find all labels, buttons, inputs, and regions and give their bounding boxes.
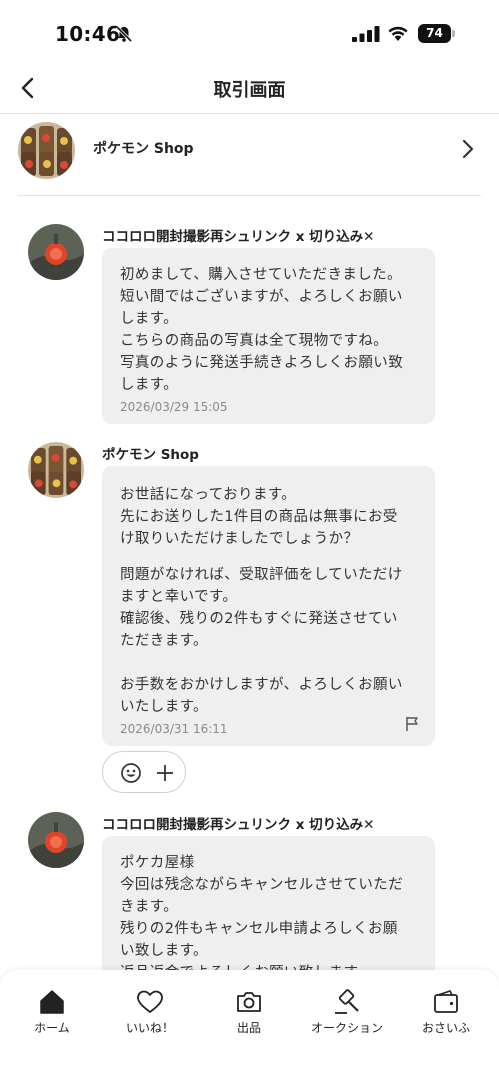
message-text: 今回は残念ながらキャンセルさせていただ [120,877,404,893]
reaction-pill [102,751,186,793]
tab-label: いいね！ [125,1021,174,1035]
message-text: 短い間ではございますが、よろしくお願い [120,289,403,305]
message-text: 問題がなければ、受取評価をしていただけ [120,567,403,583]
tab-home[interactable]: ホーム [2,988,102,1048]
tab-sell[interactable]: 出品 [199,988,299,1048]
message-text: ポケカ屋様 [120,855,195,871]
tab-label: ホーム [34,1021,70,1035]
bottom-tab-bar: ホーム いいね！ 出品 オークション おさいふ [0,970,499,1080]
user-avatar[interactable] [28,812,84,868]
status-time: 10:46 [55,22,121,46]
shop-avatar [18,122,75,179]
message-timestamp: 2026/03/31 16:11 [120,722,228,736]
user-avatar[interactable] [28,224,84,280]
message-text: します。 [120,311,179,327]
message-bubble: 初めまして、購入させていただきました。 短い間ではございますが、よろしくお願い … [102,248,435,424]
page-title: 取引画面 [213,80,286,101]
tab-wallet[interactable]: おさいふ [396,988,496,1048]
message-text: 確認後、残りの2件もすぐに発送させてい [120,611,398,627]
sender-name: ココロロ開封撮影再シュリンク x 切り込み✕ [102,229,375,245]
sender-name: ポケモン Shop [102,447,199,463]
message-text: いたします。 [120,699,208,715]
chevron-right-icon [462,139,474,159]
nav-bar: 取引画面 [0,62,499,114]
message-text: 先にお送りした1件目の商品は無事にお受 [120,509,398,525]
tab-label: おさいふ [421,1021,470,1035]
battery-icon: 74 [418,24,455,43]
bell-slash-icon [115,25,133,43]
message-text: ますと幸いです。 [120,589,238,605]
shop-name: ポケモン Shop [93,141,194,157]
message-text: します。 [120,377,179,393]
tab-label: 出品 [236,1021,261,1035]
message-text: お世話になっております。 [120,487,297,503]
message-text: こちらの商品の写真は全て現物ですね。 [120,333,389,349]
tab-auction[interactable]: オークション [297,988,397,1048]
tab-label: オークション [310,1021,383,1035]
message-text: 初めまして、購入させていただきました。 [120,267,402,283]
status-bar: 10:46 74 [0,0,499,62]
message-text: 残りの2件もキャンセル申請よろしくお願 [120,921,398,937]
shop-avatar[interactable] [28,442,84,498]
message-text: い致します。 [120,943,208,959]
battery-level: 74 [426,26,443,40]
wifi-icon [388,26,408,41]
gavel-icon [335,989,359,1014]
signal-icon [352,26,380,42]
message-text: 写真のように発送手続きよろしくお願い致 [120,355,404,371]
heart-icon [137,990,163,1013]
report-flag-icon[interactable] [405,716,419,732]
wallet-icon [434,990,458,1013]
emoji-icon[interactable] [120,762,142,784]
message-bubble: お世話になっております。 先にお送りした1件目の商品は無事にお受 け取りいただけ… [102,466,435,746]
tab-likes[interactable]: いいね！ [100,988,200,1048]
plus-icon[interactable] [155,763,175,783]
camera-icon [237,992,261,1012]
shop-row[interactable]: ポケモン Shop [18,114,481,196]
sender-name: ココロロ開封撮影再シュリンク x 切り込み✕ [102,817,375,833]
message-text: け取りいただけましたでしょうか？ [120,531,359,547]
message-text: ただきます。 [120,633,208,649]
message-text: きます。 [120,899,179,915]
message-timestamp: 2026/03/29 15:05 [120,400,228,414]
home-icon [40,990,64,1014]
message-text: お手数をおかけしますが、よろしくお願い [120,677,403,693]
